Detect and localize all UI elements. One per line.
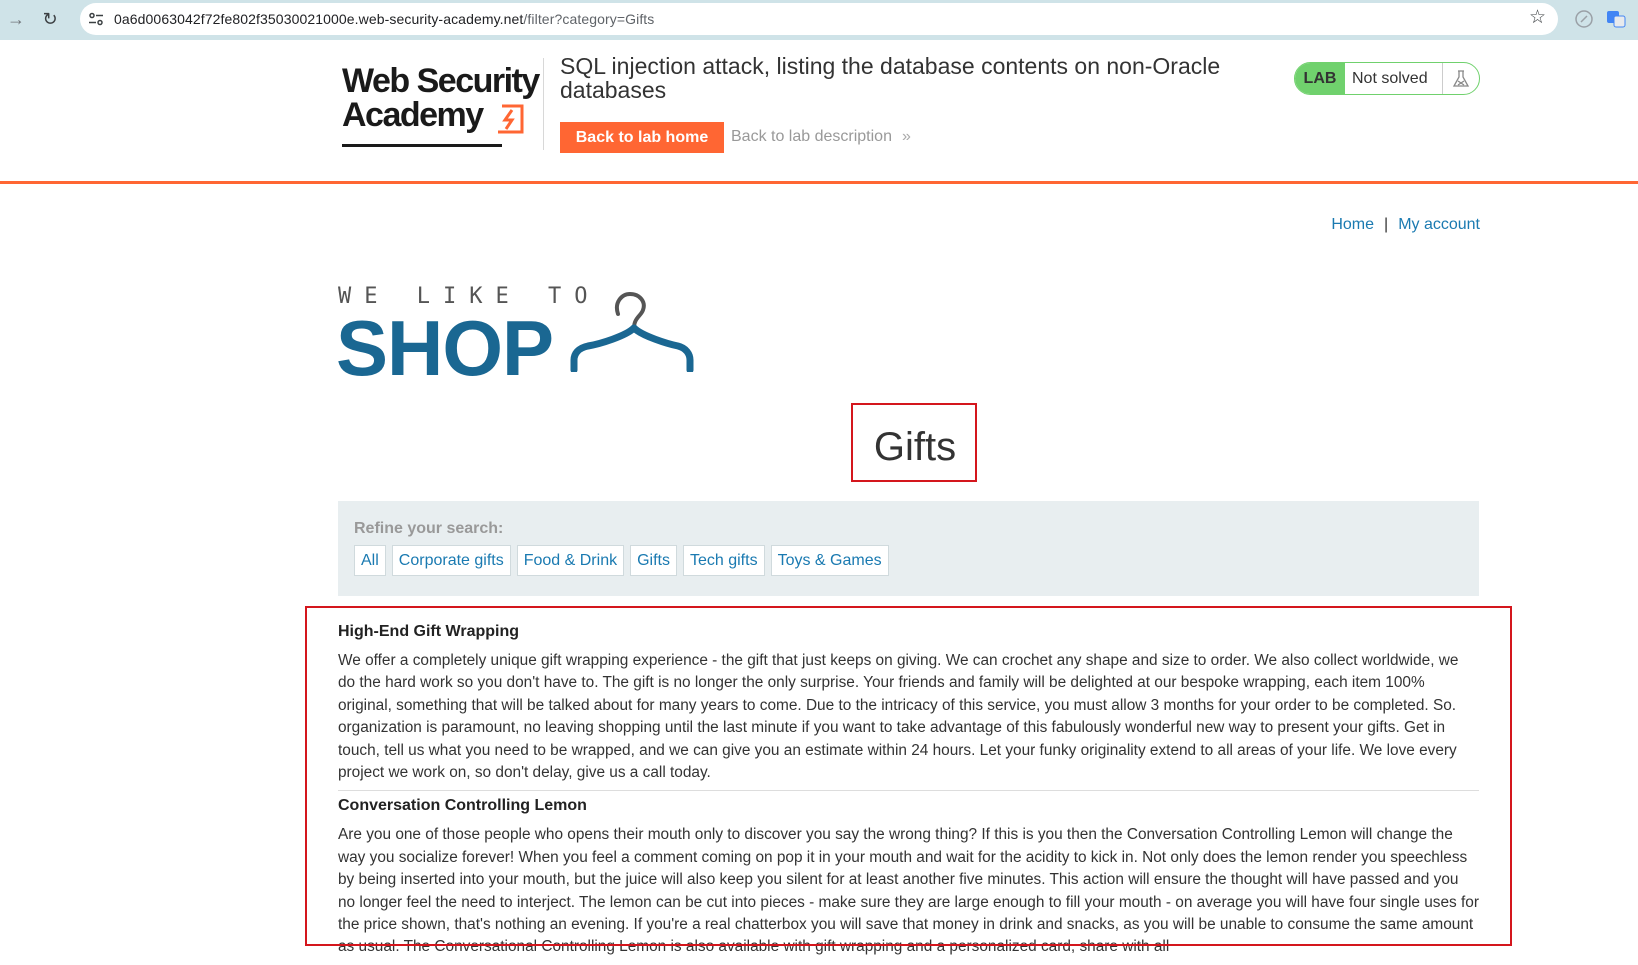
- hanger-icon: [570, 291, 694, 372]
- home-link[interactable]: Home: [1331, 216, 1374, 233]
- double-chevron-right-icon[interactable]: »: [902, 128, 911, 146]
- filter-category-toys-games[interactable]: Toys & Games: [770, 545, 889, 576]
- page-heading-annotation: Gifts: [851, 403, 977, 482]
- site-info-icon[interactable]: [88, 11, 104, 27]
- page-title: Gifts: [873, 425, 957, 469]
- logo-line-1: Web Security: [342, 62, 540, 100]
- extension-icon[interactable]: [1574, 9, 1594, 29]
- my-account-link[interactable]: My account: [1398, 216, 1480, 233]
- flask-icon: [1452, 70, 1470, 87]
- address-bar[interactable]: 0a6d0063042f72fe802f35030021000e.web-sec…: [80, 3, 1558, 35]
- header-divider: [543, 58, 544, 150]
- url-path: /filter?category=Gifts: [523, 11, 655, 27]
- lab-header: Web Security Academy SQL injection attac…: [0, 40, 1638, 184]
- lab-status-text: Not solved: [1352, 70, 1428, 87]
- logo-line-2: Academy: [342, 96, 484, 134]
- product-name: Conversation Controlling Lemon: [338, 797, 587, 815]
- filter-category-food-drink[interactable]: Food & Drink: [516, 545, 625, 576]
- web-security-academy-logo[interactable]: Web Security Academy: [340, 60, 540, 152]
- forward-arrow-icon[interactable]: →: [4, 7, 28, 31]
- product-description: Are you one of those people who opens th…: [338, 826, 1479, 956]
- lightning-icon: [498, 104, 524, 134]
- product-divider: [338, 790, 1479, 792]
- filter-category-gifts[interactable]: Gifts: [630, 545, 677, 576]
- url-host: 0a6d0063042f72fe802f35030021000e.web-sec…: [114, 11, 524, 27]
- status-divider: [1442, 63, 1443, 94]
- shop-word: SHOP: [336, 304, 554, 392]
- filter-category-tech-gifts[interactable]: Tech gifts: [682, 545, 765, 576]
- product-name: High-End Gift Wrapping: [338, 623, 520, 640]
- filter-category-all[interactable]: All: [354, 545, 386, 576]
- filter-panel: Refine your search: All Corporate gifts …: [338, 501, 1479, 596]
- lab-status-widget: LAB Not solved: [1294, 62, 1480, 95]
- product-description: We offer a completely unique gift wrappi…: [338, 652, 1459, 782]
- logo-underline: [342, 144, 502, 147]
- bookmark-star-icon[interactable]: ☆: [1529, 6, 1546, 29]
- product-item: High-End Gift Wrapping We offer a comple…: [338, 622, 1479, 784]
- product-item: Conversation Controlling Lemon Are you o…: [338, 796, 1479, 958]
- lab-title: SQL injection attack, listing the databa…: [560, 53, 1221, 103]
- product-list: High-End Gift Wrapping We offer a comple…: [338, 622, 1479, 965]
- filter-category-corporate-gifts[interactable]: Corporate gifts: [391, 545, 511, 576]
- back-to-lab-description-link[interactable]: Back to lab description: [731, 128, 892, 146]
- filter-label: Refine your search:: [354, 520, 504, 537]
- url-text[interactable]: 0a6d0063042f72fe802f35030021000e.web-sec…: [114, 11, 654, 27]
- back-to-lab-home-button[interactable]: Back to lab home: [560, 122, 724, 153]
- nav-separator: |: [1384, 216, 1389, 233]
- browser-toolbar: → ↻ 0a6d0063042f72fe802f35030021000e.web…: [0, 0, 1638, 40]
- reload-icon[interactable]: ↻: [38, 7, 62, 31]
- category-filter-list: All Corporate gifts Food & Drink Gifts T…: [354, 545, 889, 576]
- account-nav: Home | My account: [1331, 216, 1480, 234]
- translate-extension-icon[interactable]: [1606, 9, 1626, 29]
- lab-badge: LAB: [1295, 63, 1345, 94]
- shop-logo: WE LIKE TO SHOP: [336, 280, 698, 392]
